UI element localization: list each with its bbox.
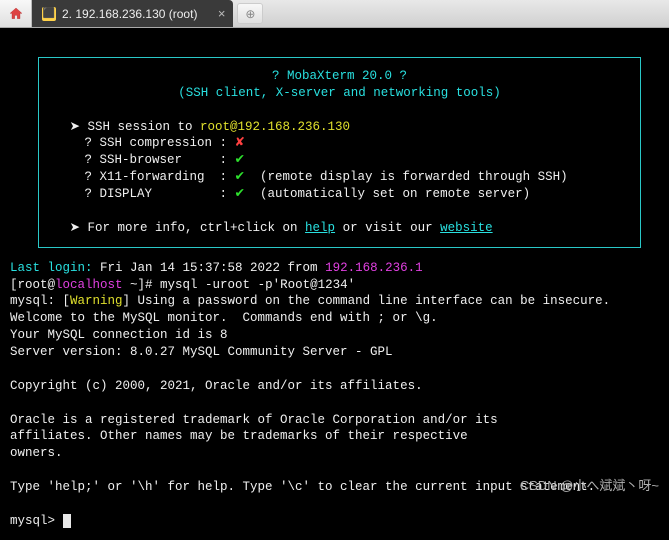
trademark-line: affiliates. Other names may be trademark…	[10, 429, 468, 443]
home-icon	[8, 6, 24, 22]
server-version-line: Server version: 8.0.27 MySQL Community S…	[10, 345, 393, 359]
warn-word: Warning	[70, 294, 123, 308]
warn-rest: ] Using a password on the command line i…	[123, 294, 611, 308]
terminal-output[interactable]: ? MobaXterm 20.0 ? (SSH client, X-server…	[0, 28, 669, 540]
banner-title: ? MobaXterm 20.0 ?	[272, 69, 407, 83]
prompt-open: [root@	[10, 278, 55, 292]
browser-line: ? SSH-browser :	[85, 153, 235, 167]
trademark-line: Oracle is a registered trademark of Orac…	[10, 413, 498, 427]
home-button[interactable]	[0, 0, 32, 27]
x11-line: ? X11-forwarding :	[85, 170, 235, 184]
prompt-rest: ~]#	[123, 278, 161, 292]
display-note: (automatically set on remote server)	[245, 187, 530, 201]
help-line: Type 'help;' or '\h' for help. Type '\c'…	[10, 480, 595, 494]
session-target: root@192.168.236.130	[200, 120, 350, 134]
cross-icon: ✘	[235, 136, 245, 150]
mysql-prompt: mysql>	[10, 514, 63, 528]
warn-prefix: mysql: [	[10, 294, 70, 308]
watermark: CSDN @小へ斌斌丶呀~	[520, 475, 659, 494]
welcome-line: Welcome to the MySQL monitor. Commands e…	[10, 311, 438, 325]
close-icon[interactable]: ×	[218, 6, 226, 21]
check-icon: ✔	[235, 153, 245, 167]
website-link[interactable]: website	[440, 221, 493, 235]
tab-title: 2. 192.168.236.130 (root)	[62, 7, 197, 21]
new-tab-button[interactable]: ⊕	[237, 3, 263, 24]
last-login-time: Fri Jan 14 15:37:58 2022 from	[93, 261, 326, 275]
copyright-line: Copyright (c) 2000, 2021, Oracle and/or …	[10, 379, 423, 393]
session-label: SSH session to	[87, 120, 200, 134]
prompt-host: localhost	[55, 278, 123, 292]
banner-subtitle: (SSH client, X-server and networking too…	[178, 86, 501, 100]
check-icon: ✔	[235, 187, 245, 201]
trademark-line: owners.	[10, 446, 63, 460]
cursor	[63, 514, 71, 528]
command-text: mysql -uroot -p'Root@1234'	[160, 278, 355, 292]
x11-note: (remote display is forwarded through SSH…	[245, 170, 568, 184]
tab-active[interactable]: ⬛ 2. 192.168.236.130 (root) ×	[32, 0, 233, 27]
check-icon: ✔	[235, 170, 245, 184]
motd-banner: ? MobaXterm 20.0 ? (SSH client, X-server…	[38, 57, 641, 248]
footer-text: , ctrl+click on	[185, 221, 305, 235]
conn-id-line: Your MySQL connection id is 8	[10, 328, 228, 342]
footer-text: or visit our	[335, 221, 440, 235]
compression-line: ? SSH compression :	[85, 136, 235, 150]
footer-info: info	[155, 221, 185, 235]
title-bar: ⬛ 2. 192.168.236.130 (root) × ⊕	[0, 0, 669, 28]
terminal-icon: ⬛	[42, 7, 56, 21]
footer-text: For more	[87, 221, 155, 235]
last-login-ip: 192.168.236.1	[325, 261, 423, 275]
help-link[interactable]: help	[305, 221, 335, 235]
display-line: ? DISPLAY :	[85, 187, 235, 201]
last-login-label: Last login:	[10, 261, 93, 275]
